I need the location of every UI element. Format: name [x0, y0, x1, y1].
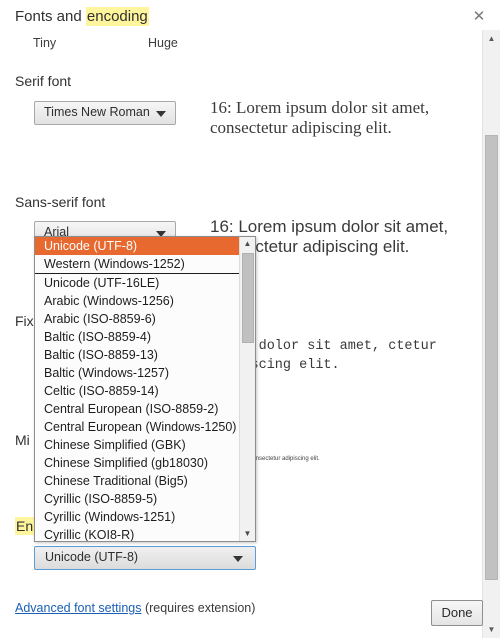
encoding-option[interactable]: Central European (ISO-8859-2): [35, 400, 240, 418]
encoding-label-highlight: En: [15, 517, 35, 535]
encoding-option[interactable]: Cyrillic (KOI8-R): [35, 526, 240, 541]
chevron-down-icon: [233, 556, 243, 562]
serif-font-select-value: Times New Roman: [44, 105, 150, 119]
encoding-dropdown-options: Unicode (UTF-8) Western (Windows-1252) Uni…: [35, 237, 240, 541]
encoding-option[interactable]: Unicode (UTF-8): [35, 237, 240, 255]
page-scrollbar[interactable]: ▲ ▼: [482, 30, 500, 638]
triangle-down-icon[interactable]: ▼: [240, 527, 255, 541]
chevron-down-icon: [156, 111, 166, 117]
fixed-width-font-label: Fix: [15, 313, 34, 329]
encoding-option[interactable]: Cyrillic (Windows-1251): [35, 508, 240, 526]
encoding-option[interactable]: Arabic (Windows-1256): [35, 292, 240, 310]
advanced-font-settings-link[interactable]: Advanced font settings: [15, 601, 141, 615]
serif-font-select[interactable]: Times New Roman: [34, 101, 176, 125]
advanced-font-settings-row: Advanced font settings (requires extensi…: [15, 601, 255, 615]
advanced-font-settings-note: (requires extension): [141, 601, 256, 615]
fonts-and-encoding-dialog: Fonts and encoding Tiny Huge Serif font …: [0, 0, 500, 638]
encoding-option[interactable]: Western (Windows-1252): [35, 255, 240, 274]
slider-min-label: Tiny: [33, 36, 57, 50]
encoding-select-value: Unicode (UTF-8): [45, 550, 139, 564]
scrollbar-thumb[interactable]: [242, 253, 254, 343]
encoding-option[interactable]: Chinese Simplified (GBK): [35, 436, 240, 454]
triangle-up-icon[interactable]: ▲: [240, 237, 255, 251]
encoding-label: En: [15, 517, 35, 535]
encoding-option[interactable]: Cyrillic (ISO-8859-5): [35, 490, 240, 508]
encoding-dropdown-list[interactable]: Unicode (UTF-8) Western (Windows-1252) Uni…: [34, 236, 256, 542]
triangle-down-icon[interactable]: ▼: [483, 621, 500, 638]
page-title-prefix: Fonts and: [15, 8, 86, 25]
done-button[interactable]: Done: [431, 600, 483, 626]
triangle-up-icon[interactable]: ▲: [483, 30, 500, 47]
encoding-option[interactable]: Baltic (ISO-8859-4): [35, 328, 240, 346]
encoding-dropdown-scrollbar[interactable]: ▲ ▼: [239, 237, 255, 541]
scrollbar-thumb[interactable]: [485, 135, 498, 580]
slider-max-label: Huge: [148, 36, 178, 50]
encoding-option[interactable]: Baltic (Windows-1257): [35, 364, 240, 382]
encoding-option[interactable]: Arabic (ISO-8859-6): [35, 310, 240, 328]
page-title-highlight: encoding: [85, 7, 149, 26]
dialog-content: Fonts and encoding Tiny Huge Serif font …: [0, 0, 466, 638]
encoding-option[interactable]: Chinese Traditional (Big5): [35, 472, 240, 490]
encoding-option[interactable]: Baltic (ISO-8859-13): [35, 346, 240, 364]
sans-serif-font-label: Sans-serif font: [15, 194, 106, 210]
font-size-slider-labels: Tiny Huge: [0, 36, 300, 54]
encoding-option[interactable]: Chinese Simplified (gb18030): [35, 454, 240, 472]
encoding-option[interactable]: Central European (Windows-1250): [35, 418, 240, 436]
close-icon[interactable]: ✕: [468, 6, 490, 28]
encoding-option[interactable]: Celtic (ISO-8859-14): [35, 382, 240, 400]
encoding-select[interactable]: Unicode (UTF-8): [34, 546, 256, 570]
serif-font-label: Serif font: [15, 73, 72, 89]
encoding-option[interactable]: Unicode (UTF-16LE): [35, 274, 240, 292]
minimum-font-size-label: Mi: [15, 432, 30, 448]
serif-font-preview: 16: Lorem ipsum dolor sit amet, consecte…: [210, 98, 430, 137]
page-title: Fonts and encoding: [15, 7, 149, 26]
